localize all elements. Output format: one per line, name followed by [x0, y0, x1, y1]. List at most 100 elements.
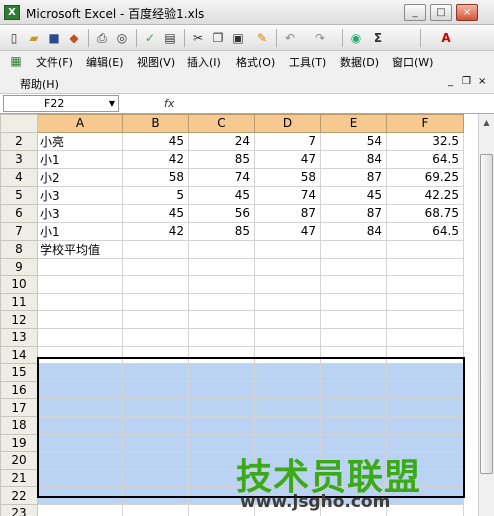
row-header[interactable]: 18: [0, 415, 38, 435]
undo-icon[interactable]: ↶: [282, 30, 298, 46]
menu-edit[interactable]: 编辑(E): [86, 54, 124, 70]
cell[interactable]: [37, 292, 123, 312]
row-header[interactable]: 6: [0, 203, 38, 223]
column-header[interactable]: F: [386, 114, 464, 133]
maximize-button[interactable]: □: [430, 4, 452, 21]
row-header[interactable]: 20: [0, 451, 38, 470]
cell[interactable]: 74: [188, 167, 255, 187]
row-header[interactable]: 8: [0, 239, 38, 259]
menu-insert[interactable]: 插入(I): [187, 54, 221, 70]
cell[interactable]: [254, 415, 321, 435]
cell[interactable]: [122, 239, 189, 259]
cell[interactable]: [37, 275, 123, 294]
row-header[interactable]: 12: [0, 310, 38, 329]
cell[interactable]: [122, 380, 189, 400]
cell[interactable]: 小3: [37, 203, 123, 223]
cell[interactable]: [254, 257, 321, 277]
cell[interactable]: [122, 345, 189, 365]
cell[interactable]: [386, 257, 464, 277]
close-button[interactable]: ×: [456, 4, 478, 21]
cell[interactable]: [254, 433, 321, 453]
cell[interactable]: [37, 327, 123, 347]
cell[interactable]: [122, 292, 189, 312]
cell[interactable]: [37, 468, 123, 488]
name-box[interactable]: F22 ▼: [3, 95, 119, 112]
cell[interactable]: 85: [188, 221, 255, 241]
cell[interactable]: [386, 486, 464, 505]
cell[interactable]: [386, 292, 464, 312]
cell[interactable]: [386, 363, 464, 382]
cell[interactable]: [386, 275, 464, 294]
column-header[interactable]: E: [320, 114, 387, 133]
cell[interactable]: [320, 486, 387, 505]
save-icon[interactable]: ■: [46, 30, 62, 46]
cell[interactable]: [386, 398, 464, 417]
row-header[interactable]: 19: [0, 433, 38, 453]
cell[interactable]: 47: [254, 149, 321, 169]
cell[interactable]: [37, 451, 123, 470]
cell[interactable]: [122, 433, 189, 453]
hyperlink-icon[interactable]: ◉: [348, 30, 364, 46]
cell[interactable]: [320, 275, 387, 294]
cell[interactable]: [188, 486, 255, 505]
cell[interactable]: 32.5: [386, 131, 464, 151]
cell[interactable]: 小亮: [37, 131, 123, 151]
cell[interactable]: [122, 363, 189, 382]
cell[interactable]: [122, 275, 189, 294]
scroll-up-icon[interactable]: ▲: [480, 116, 493, 130]
new-file-icon[interactable]: ▯: [6, 30, 22, 46]
cell[interactable]: [188, 415, 255, 435]
cell[interactable]: 5: [122, 185, 189, 205]
research-icon[interactable]: ▤: [162, 30, 178, 46]
cell[interactable]: [37, 415, 123, 435]
cell[interactable]: [254, 468, 321, 488]
cell[interactable]: [188, 257, 255, 277]
row-header[interactable]: 15: [0, 363, 38, 382]
cell[interactable]: [386, 380, 464, 400]
menu-file[interactable]: 文件(F): [36, 54, 73, 70]
cell[interactable]: [254, 380, 321, 400]
cell[interactable]: [188, 468, 255, 488]
cell[interactable]: [122, 415, 189, 435]
cell[interactable]: [254, 451, 321, 470]
cell[interactable]: [37, 503, 123, 516]
column-header[interactable]: C: [188, 114, 255, 133]
cell[interactable]: [386, 310, 464, 329]
cell[interactable]: 87: [254, 203, 321, 223]
select-all-corner[interactable]: [0, 114, 38, 133]
cell[interactable]: [386, 327, 464, 347]
cell[interactable]: 42: [122, 221, 189, 241]
menu-format[interactable]: 格式(O): [236, 54, 275, 70]
row-header[interactable]: 5: [0, 185, 38, 205]
cell[interactable]: [254, 363, 321, 382]
cell[interactable]: [320, 363, 387, 382]
cell[interactable]: [188, 275, 255, 294]
cell[interactable]: [254, 486, 321, 505]
row-header[interactable]: 14: [0, 345, 38, 365]
cell[interactable]: [37, 345, 123, 365]
cell[interactable]: 45: [122, 131, 189, 151]
cell[interactable]: 56: [188, 203, 255, 223]
cell[interactable]: [386, 433, 464, 453]
cell[interactable]: 64.5: [386, 149, 464, 169]
cell[interactable]: [188, 363, 255, 382]
copy-icon[interactable]: ❐: [210, 30, 226, 46]
cell[interactable]: 87: [320, 203, 387, 223]
column-header[interactable]: B: [122, 114, 189, 133]
permission-icon[interactable]: ◆: [66, 30, 82, 46]
menu-data[interactable]: 数据(D): [340, 54, 379, 70]
column-header[interactable]: A: [37, 114, 123, 133]
cell[interactable]: [122, 486, 189, 505]
cell[interactable]: [386, 345, 464, 365]
cell[interactable]: 45: [188, 185, 255, 205]
cell[interactable]: [37, 380, 123, 400]
print-icon[interactable]: ⎙: [94, 30, 110, 46]
cell[interactable]: 小2: [37, 167, 123, 187]
row-header[interactable]: 13: [0, 327, 38, 347]
cell[interactable]: [188, 327, 255, 347]
menu-help[interactable]: 帮助(H): [20, 76, 59, 92]
cell[interactable]: 7: [254, 131, 321, 151]
redo-icon[interactable]: ↷: [312, 30, 328, 46]
row-header[interactable]: 23: [0, 503, 38, 516]
cell[interactable]: [122, 257, 189, 277]
